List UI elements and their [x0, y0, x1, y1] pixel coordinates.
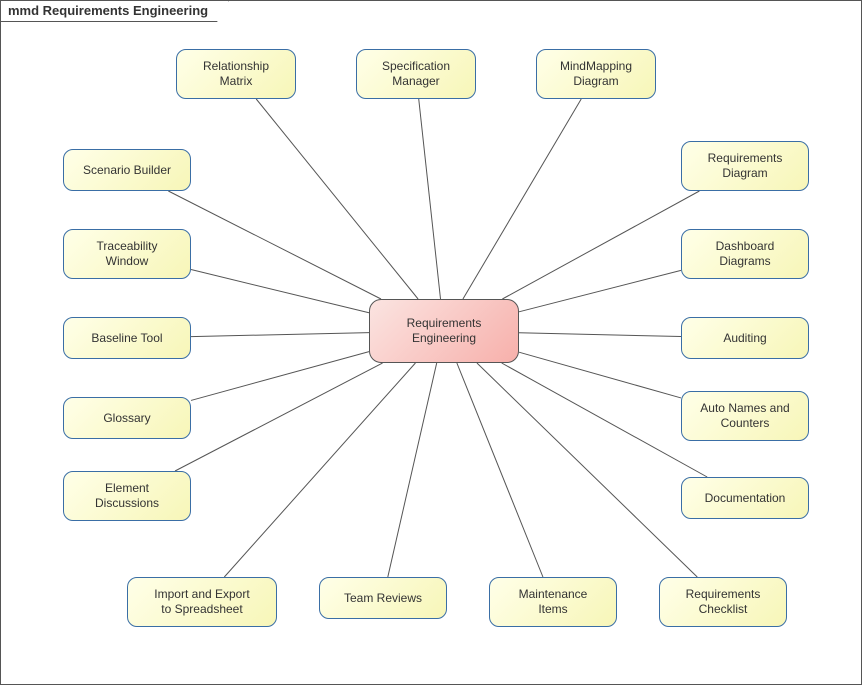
- edge: [191, 270, 369, 313]
- node-auditing[interactable]: Auditing: [681, 317, 809, 359]
- node-element-discussions[interactable]: ElementDiscussions: [63, 471, 191, 521]
- edge: [477, 363, 697, 577]
- edge: [256, 99, 418, 299]
- edge: [191, 333, 369, 337]
- node-traceability-window[interactable]: TraceabilityWindow: [63, 229, 191, 279]
- node-label-mindmapping-diagram: MindMappingDiagram: [560, 59, 632, 89]
- node-requirements-checklist[interactable]: RequirementsChecklist: [659, 577, 787, 627]
- edge: [502, 191, 699, 299]
- edge: [502, 363, 707, 477]
- edge: [224, 363, 415, 577]
- edge: [457, 363, 543, 577]
- edge: [519, 333, 681, 337]
- node-label-traceability-window: TraceabilityWindow: [97, 239, 158, 269]
- node-label-auditing: Auditing: [723, 331, 766, 346]
- node-label-import-export: Import and Exportto Spreadsheet: [154, 587, 249, 617]
- edge: [463, 99, 581, 299]
- node-specification-manager[interactable]: SpecificationManager: [356, 49, 476, 99]
- diagram-title-tab: mmd Requirements Engineering: [0, 0, 229, 22]
- edge: [168, 191, 381, 299]
- edge: [388, 363, 437, 577]
- edge: [191, 352, 369, 401]
- edge: [419, 99, 441, 299]
- node-label-scenario-builder: Scenario Builder: [83, 163, 171, 178]
- edge: [175, 363, 382, 471]
- node-label-auto-names-counters: Auto Names andCounters: [700, 401, 789, 431]
- node-label-maintenance-items: MaintenanceItems: [519, 587, 588, 617]
- edge: [519, 352, 681, 398]
- edge: [519, 270, 681, 311]
- node-label-glossary: Glossary: [103, 411, 150, 426]
- node-relationship-matrix[interactable]: RelationshipMatrix: [176, 49, 296, 99]
- node-label-team-reviews: Team Reviews: [344, 591, 422, 606]
- node-label-documentation: Documentation: [705, 491, 786, 506]
- node-documentation[interactable]: Documentation: [681, 477, 809, 519]
- node-maintenance-items[interactable]: MaintenanceItems: [489, 577, 617, 627]
- node-dashboard-diagrams[interactable]: DashboardDiagrams: [681, 229, 809, 279]
- node-team-reviews[interactable]: Team Reviews: [319, 577, 447, 619]
- node-import-export[interactable]: Import and Exportto Spreadsheet: [127, 577, 277, 627]
- node-label-element-discussions: ElementDiscussions: [95, 481, 159, 511]
- center-node-label: RequirementsEngineering: [407, 316, 482, 346]
- node-scenario-builder[interactable]: Scenario Builder: [63, 149, 191, 191]
- center-node[interactable]: RequirementsEngineering: [369, 299, 519, 363]
- diagram-canvas: mmd Requirements Engineering Requirement…: [0, 0, 862, 685]
- node-mindmapping-diagram[interactable]: MindMappingDiagram: [536, 49, 656, 99]
- node-label-dashboard-diagrams: DashboardDiagrams: [716, 239, 775, 269]
- node-label-relationship-matrix: RelationshipMatrix: [203, 59, 269, 89]
- node-auto-names-counters[interactable]: Auto Names andCounters: [681, 391, 809, 441]
- node-glossary[interactable]: Glossary: [63, 397, 191, 439]
- node-label-requirements-diagram: RequirementsDiagram: [708, 151, 783, 181]
- node-label-baseline-tool: Baseline Tool: [91, 331, 162, 346]
- node-label-specification-manager: SpecificationManager: [382, 59, 450, 89]
- node-label-requirements-checklist: RequirementsChecklist: [686, 587, 761, 617]
- node-baseline-tool[interactable]: Baseline Tool: [63, 317, 191, 359]
- diagram-title: mmd Requirements Engineering: [8, 3, 208, 18]
- node-requirements-diagram[interactable]: RequirementsDiagram: [681, 141, 809, 191]
